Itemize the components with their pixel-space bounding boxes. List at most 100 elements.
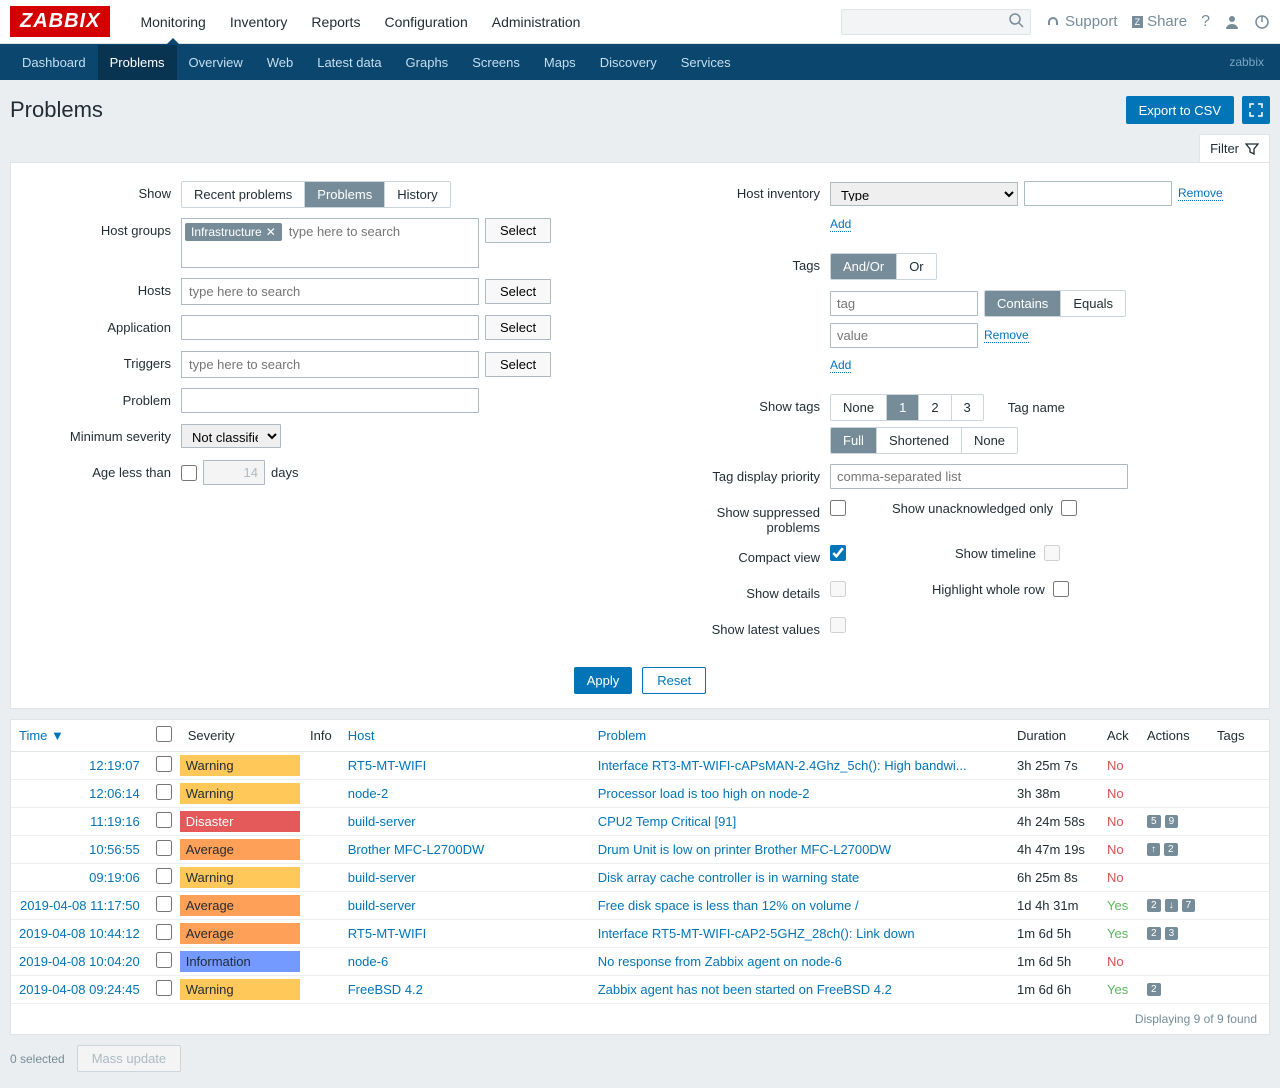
host-link[interactable]: RT5-MT-WIFI (348, 926, 426, 941)
col-problem[interactable]: Problem (590, 720, 1009, 752)
ack-link[interactable]: No (1107, 954, 1124, 969)
ack-link[interactable]: Yes (1107, 898, 1128, 913)
host-link[interactable]: Brother MFC-L2700DW (348, 842, 485, 857)
subnav-item-latest-data[interactable]: Latest data (305, 45, 393, 80)
subnav-item-overview[interactable]: Overview (177, 45, 255, 80)
action-badge[interactable]: 2 (1164, 843, 1178, 856)
action-badge[interactable]: 7 (1182, 899, 1196, 912)
subnav-item-services[interactable]: Services (669, 45, 743, 80)
row-checkbox[interactable] (156, 980, 172, 996)
tag-name-opts-none[interactable]: None (962, 428, 1017, 453)
tag-remove-link[interactable]: Remove (984, 328, 1029, 343)
problem-link[interactable]: Interface RT5-MT-WIFI-cAP2-5GHZ_28ch(): … (598, 926, 915, 941)
action-badge[interactable]: ↑ (1147, 843, 1160, 856)
problem-link[interactable]: CPU2 Temp Critical [91] (598, 814, 736, 829)
hosts-input[interactable] (181, 278, 479, 305)
time-link[interactable]: 09:19:06 (89, 870, 140, 885)
action-badge[interactable]: 2 (1147, 927, 1161, 940)
host-link[interactable]: node-6 (348, 954, 388, 969)
tag-name-input[interactable] (830, 291, 978, 316)
show-tags-opts-3[interactable]: 3 (952, 395, 983, 420)
row-checkbox[interactable] (156, 756, 172, 772)
time-link[interactable]: 12:06:14 (89, 786, 140, 801)
support-link[interactable]: Support (1045, 13, 1118, 30)
triggers-input[interactable] (181, 351, 479, 378)
help-icon[interactable]: ? (1201, 13, 1210, 31)
compact-checkbox[interactable] (830, 545, 846, 561)
time-link[interactable]: 10:56:55 (89, 842, 140, 857)
host-link[interactable]: build-server (348, 898, 416, 913)
age-days-input[interactable] (203, 460, 265, 485)
row-checkbox[interactable] (156, 812, 172, 828)
inventory-value-input[interactable] (1024, 181, 1172, 206)
show-tags-opts-1[interactable]: 1 (887, 395, 919, 420)
subnav-item-graphs[interactable]: Graphs (394, 45, 461, 80)
host-groups-select-button[interactable]: Select (485, 218, 551, 243)
problem-link[interactable]: Processor load is too high on node-2 (598, 786, 810, 801)
mass-update-button[interactable]: Mass update (77, 1045, 181, 1072)
host-link[interactable]: build-server (348, 870, 416, 885)
time-link[interactable]: 12:19:07 (89, 758, 140, 773)
row-checkbox[interactable] (156, 868, 172, 884)
min-severity-select[interactable]: Not classified (181, 424, 281, 448)
show-opts-recentproblems[interactable]: Recent problems (182, 182, 305, 207)
inventory-remove-link[interactable]: Remove (1178, 186, 1223, 201)
tag-match-contains[interactable]: Contains (985, 291, 1061, 316)
fullscreen-button[interactable] (1242, 96, 1270, 124)
highlight-checkbox[interactable] (1053, 581, 1069, 597)
timeline-checkbox[interactable] (1044, 545, 1060, 561)
col-severity[interactable]: Severity (180, 720, 300, 752)
tag-name-opts-full[interactable]: Full (831, 428, 877, 453)
tag-priority-input[interactable] (830, 464, 1128, 489)
reset-button[interactable]: Reset (642, 667, 706, 694)
row-checkbox[interactable] (156, 896, 172, 912)
inventory-add-link[interactable]: Add (830, 217, 851, 232)
subnav-item-web[interactable]: Web (255, 45, 306, 80)
subnav-item-discovery[interactable]: Discovery (588, 45, 669, 80)
logout-icon[interactable] (1254, 14, 1270, 30)
problem-link[interactable]: Disk array cache controller is in warnin… (598, 870, 860, 885)
subnav-item-screens[interactable]: Screens (460, 45, 532, 80)
show-suppressed-checkbox[interactable] (830, 500, 846, 516)
topnav-item-inventory[interactable]: Inventory (218, 1, 300, 43)
action-badge[interactable]: 2 (1147, 983, 1161, 996)
tag-add-link[interactable]: Add (830, 358, 851, 373)
topnav-item-administration[interactable]: Administration (480, 1, 593, 43)
user-icon[interactable] (1224, 14, 1240, 30)
col-time[interactable]: Time ▼ (11, 720, 148, 752)
time-link[interactable]: 2019-04-08 10:04:20 (19, 954, 140, 969)
inventory-type-select[interactable]: Type (830, 182, 1018, 206)
host-link[interactable]: node-2 (348, 786, 388, 801)
logo[interactable]: ZABBIX (10, 6, 110, 37)
action-badge[interactable]: ↓ (1165, 899, 1178, 912)
host-link[interactable]: RT5-MT-WIFI (348, 758, 426, 773)
topnav-item-reports[interactable]: Reports (299, 1, 372, 43)
action-badge[interactable]: 2 (1147, 899, 1161, 912)
show-unack-checkbox[interactable] (1061, 500, 1077, 516)
search-input[interactable] (841, 9, 1031, 35)
select-all-checkbox[interactable] (156, 726, 172, 742)
export-csv-button[interactable]: Export to CSV (1126, 96, 1234, 124)
ack-link[interactable]: No (1107, 842, 1124, 857)
apply-button[interactable]: Apply (574, 667, 633, 694)
details-checkbox[interactable] (830, 581, 846, 597)
row-checkbox[interactable] (156, 924, 172, 940)
row-checkbox[interactable] (156, 840, 172, 856)
tag-match-equals[interactable]: Equals (1061, 291, 1125, 316)
subnav-item-problems[interactable]: Problems (98, 45, 177, 80)
ack-link[interactable]: No (1107, 786, 1124, 801)
ack-link[interactable]: No (1107, 870, 1124, 885)
show-opts-problems[interactable]: Problems (305, 182, 385, 207)
remove-tag-icon[interactable]: ✕ (266, 225, 276, 239)
ack-link[interactable]: Yes (1107, 982, 1128, 997)
problem-input[interactable] (181, 388, 479, 413)
subnav-item-maps[interactable]: Maps (532, 45, 588, 80)
host-groups-search[interactable] (285, 222, 475, 241)
ack-link[interactable]: No (1107, 758, 1124, 773)
time-link[interactable]: 11:19:16 (90, 814, 140, 829)
topnav-item-monitoring[interactable]: Monitoring (128, 1, 217, 43)
latest-checkbox[interactable] (830, 617, 846, 633)
problem-link[interactable]: Drum Unit is low on printer Brother MFC-… (598, 842, 891, 857)
problem-link[interactable]: Zabbix agent has not been started on Fre… (598, 982, 892, 997)
problem-link[interactable]: Interface RT3-MT-WIFI-cAPsMAN-2.4Ghz_5ch… (598, 758, 967, 773)
